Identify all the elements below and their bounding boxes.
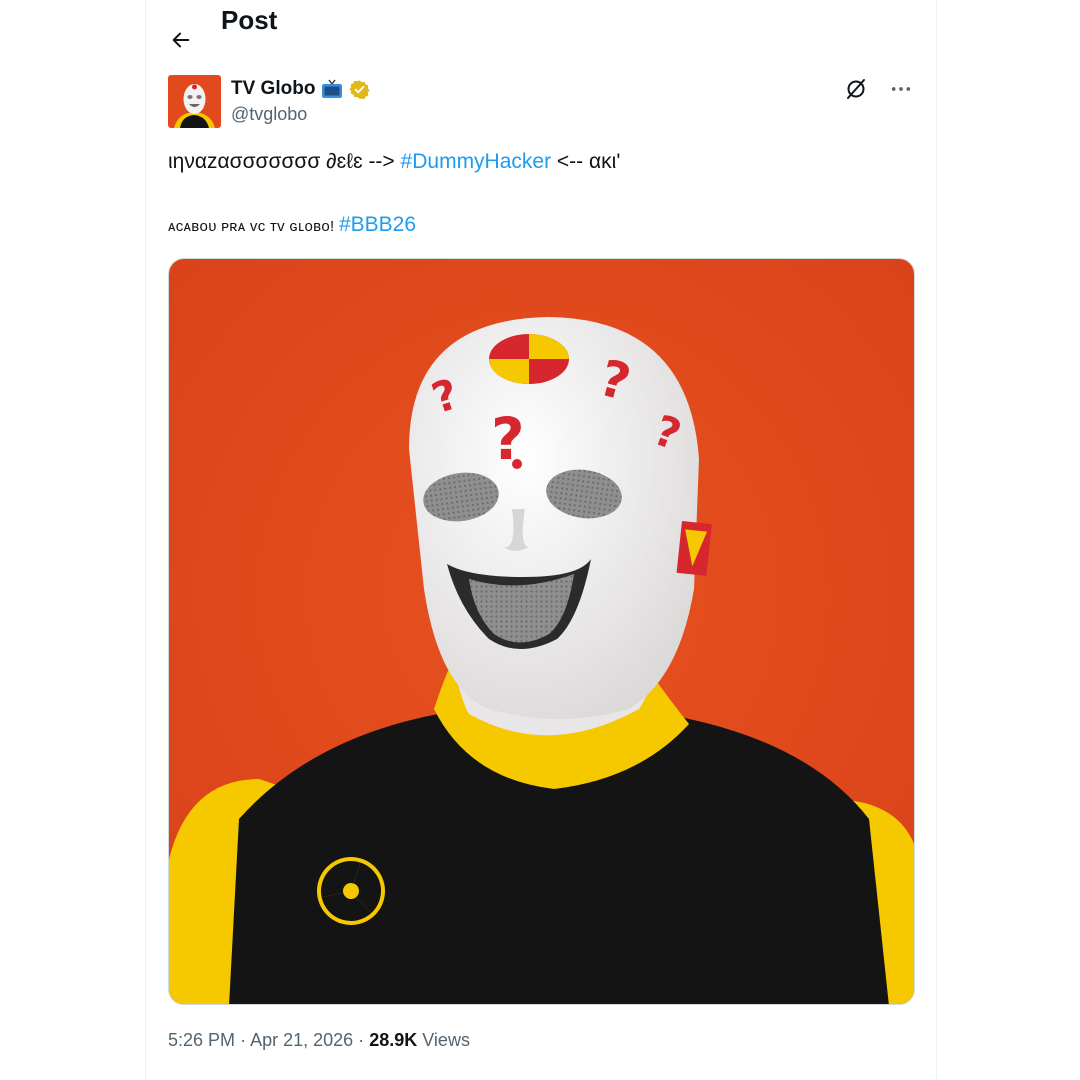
- verified-badge-icon[interactable]: [349, 79, 371, 100]
- tweet-text-caps: ᴀᴄᴀʙᴏᴜ ᴘʀᴀ ᴠᴄ ᴛᴠ ɢʟᴏʙᴏ!: [168, 218, 335, 235]
- avatar[interactable]: [168, 75, 221, 128]
- author-block: TV Globo @tvglobo: [168, 75, 371, 128]
- author-handle[interactable]: @tvglobo: [231, 104, 370, 125]
- meta-separator: ·: [240, 1030, 247, 1050]
- post-actions: [844, 77, 912, 101]
- post-column: Post TV Globo @tvglobo ιηναzασσσσσσσ ∂ɛℓ…: [145, 0, 937, 1080]
- post-image[interactable]: ? ? ? ?: [168, 258, 915, 1005]
- post-time[interactable]: 5:26 PM: [168, 1030, 235, 1050]
- views-count: 28.9K: [369, 1030, 418, 1050]
- tweet-text-tail: <-- ακι': [556, 150, 621, 173]
- post-date[interactable]: Apr 21, 2026: [250, 1030, 353, 1050]
- post-meta: 5:26 PM · Apr 21, 2026 · 28.9K Views: [168, 1030, 470, 1051]
- meta-separator-2: ·: [358, 1030, 365, 1050]
- tv-emoji-icon: [322, 79, 343, 98]
- tweet-text-line-1: ιηναzασσσσσσσ ∂ɛℓɛ --> #DummyHacker <-- …: [168, 150, 620, 174]
- back-arrow-icon: [172, 32, 190, 48]
- post-header: [166, 20, 196, 60]
- tweet-text: ιηναzασσσσσσσ ∂ɛℓɛ -->: [168, 150, 395, 173]
- hashtag-link-bbb26[interactable]: #BBB26: [339, 213, 416, 236]
- hashtag-link-dummyhacker[interactable]: #DummyHacker: [401, 150, 552, 173]
- back-button[interactable]: [166, 25, 196, 55]
- author-name[interactable]: TV Globo: [231, 78, 315, 100]
- views-label: Views: [422, 1030, 470, 1050]
- tweet-text-line-2: ᴀᴄᴀʙᴏᴜ ᴘʀᴀ ᴠᴄ ᴛᴠ ɢʟᴏʙᴏ! #BBB26: [168, 213, 416, 237]
- page-title: Post: [221, 5, 278, 35]
- more-icon: [891, 87, 911, 91]
- grok-icon: [847, 79, 865, 99]
- grok-button[interactable]: [844, 77, 868, 101]
- more-button[interactable]: [890, 78, 912, 100]
